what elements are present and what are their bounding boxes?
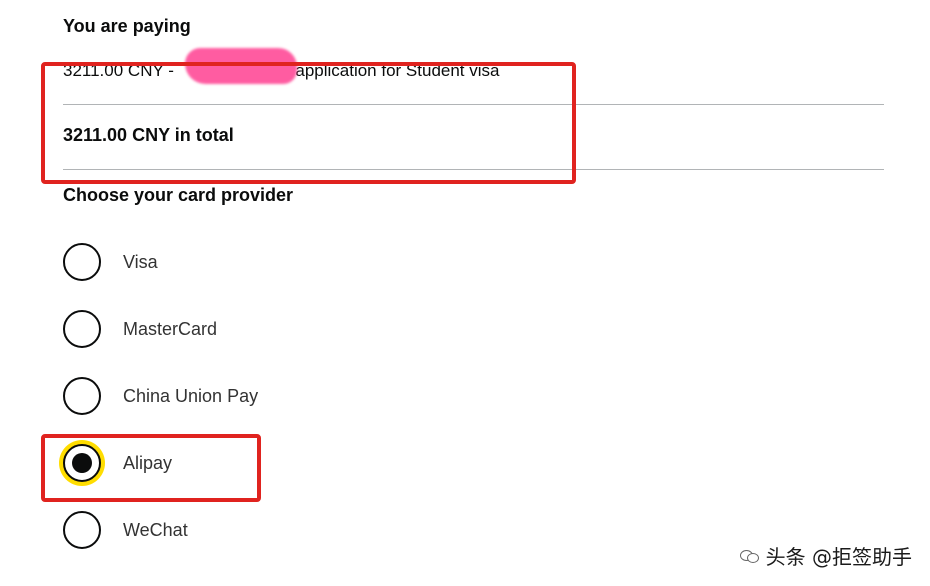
radio-option-mastercard[interactable]: MasterCard (63, 309, 217, 349)
radio-label-wechat[interactable]: WeChat (123, 520, 188, 541)
paying-heading: You are paying (63, 16, 191, 36)
radio-option-wechat[interactable]: WeChat (63, 510, 188, 550)
radio-visa[interactable] (63, 243, 101, 281)
card-provider-heading: Choose your card provider (63, 185, 294, 205)
wechat-icon (739, 549, 760, 563)
radio-option-visa[interactable]: Visa (63, 242, 158, 282)
radio-china-union-pay[interactable] (63, 377, 101, 415)
radio-label-mastercard[interactable]: MasterCard (123, 319, 217, 340)
radio-wechat[interactable] (63, 511, 101, 549)
annotation-box-total (41, 62, 576, 184)
watermark: 头条 @拒签助手 (739, 541, 912, 570)
watermark-text: 头条 @拒签助手 (765, 545, 912, 569)
radio-label-visa[interactable]: Visa (123, 252, 158, 273)
radio-mastercard[interactable] (63, 310, 101, 348)
radio-label-china-union-pay[interactable]: China Union Pay (123, 386, 258, 407)
annotation-box-alipay (41, 434, 261, 502)
radio-option-china-union-pay[interactable]: China Union Pay (63, 376, 258, 416)
